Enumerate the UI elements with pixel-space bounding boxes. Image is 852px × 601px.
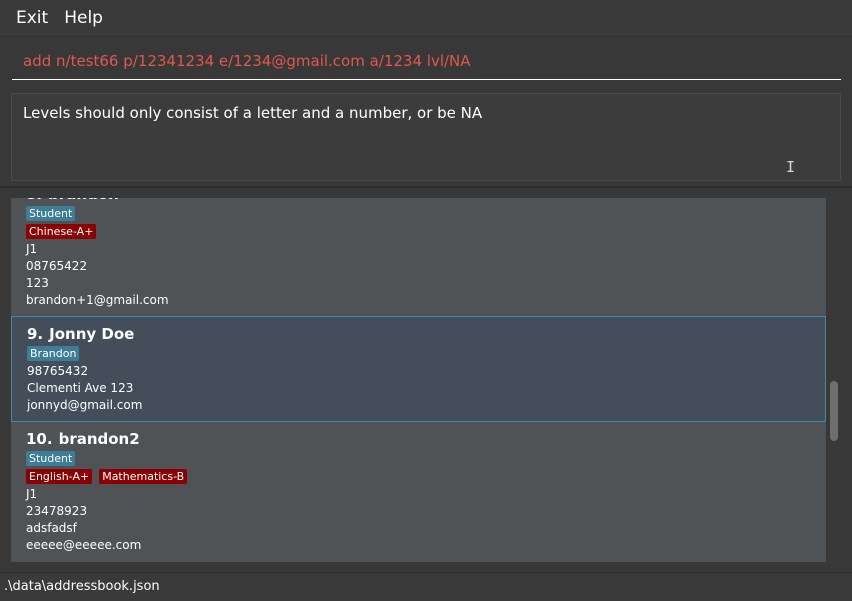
person-name: 10. brandon2 xyxy=(26,430,140,448)
status-bar: .\data\addressbook.json xyxy=(0,572,852,601)
role-tag: Brandon xyxy=(27,346,80,361)
command-box[interactable]: add n/test66 p/12341234 e/1234@gmail.com… xyxy=(12,43,841,80)
address: adsfadsf xyxy=(26,521,77,535)
person-list[interactable]: 8.brandon Student Chinese-A+ J1 08765422… xyxy=(11,198,826,562)
result-display: Levels should only consist of a letter a… xyxy=(11,93,841,181)
tag-row: Student xyxy=(26,450,826,468)
email: jonnyd@gmail.com xyxy=(27,398,143,412)
person-name: 9. Jonny Doe xyxy=(27,325,135,343)
email: brandon+1@gmail.com xyxy=(26,293,169,307)
person-card[interactable]: 8.brandon Student Chinese-A+ J1 08765422… xyxy=(11,198,826,314)
menu-exit[interactable]: Exit xyxy=(0,0,55,36)
role-tag: Student xyxy=(26,206,76,221)
phone: 98765432 xyxy=(27,364,89,378)
person-card-selected[interactable]: 9. Jonny Doe Brandon 98765432 Clementi Av… xyxy=(11,316,826,422)
subject-row: Chinese-A+ xyxy=(26,223,826,241)
subject-tag: Chinese-A+ xyxy=(26,224,97,239)
menu-help[interactable]: Help xyxy=(55,0,110,36)
phone: 08765422 xyxy=(26,259,88,273)
save-location: .\data\addressbook.json xyxy=(4,579,160,594)
level: J1 xyxy=(26,242,38,256)
address: Clementi Ave 123 xyxy=(27,381,134,395)
subject-tag: English-A+ xyxy=(26,469,93,484)
tag-row: Student xyxy=(26,205,826,223)
tag-row: Brandon xyxy=(27,345,825,363)
command-input[interactable]: add n/test66 p/12341234 e/1234@gmail.com… xyxy=(23,52,471,70)
level: J1 xyxy=(26,487,38,501)
subject-tag: Mathematics-B xyxy=(99,469,188,484)
email: eeeee@eeeee.com xyxy=(26,538,142,552)
list-scrollbar[interactable] xyxy=(828,198,841,562)
result-message: Levels should only consist of a letter a… xyxy=(23,104,483,122)
scrollbar-thumb[interactable] xyxy=(830,381,838,441)
subject-row: English-A+ Mathematics-B xyxy=(26,468,826,486)
phone: 23478923 xyxy=(26,504,88,518)
person-name: 8.brandon xyxy=(26,198,826,205)
address: 123 xyxy=(26,276,49,290)
text-cursor-icon: I xyxy=(786,158,796,176)
role-tag: Student xyxy=(26,451,76,466)
menu-bar: Exit Help xyxy=(0,0,852,37)
person-card[interactable]: 10. brandon2 Student English-A+ Mathemati… xyxy=(11,428,826,562)
divider xyxy=(0,186,852,188)
